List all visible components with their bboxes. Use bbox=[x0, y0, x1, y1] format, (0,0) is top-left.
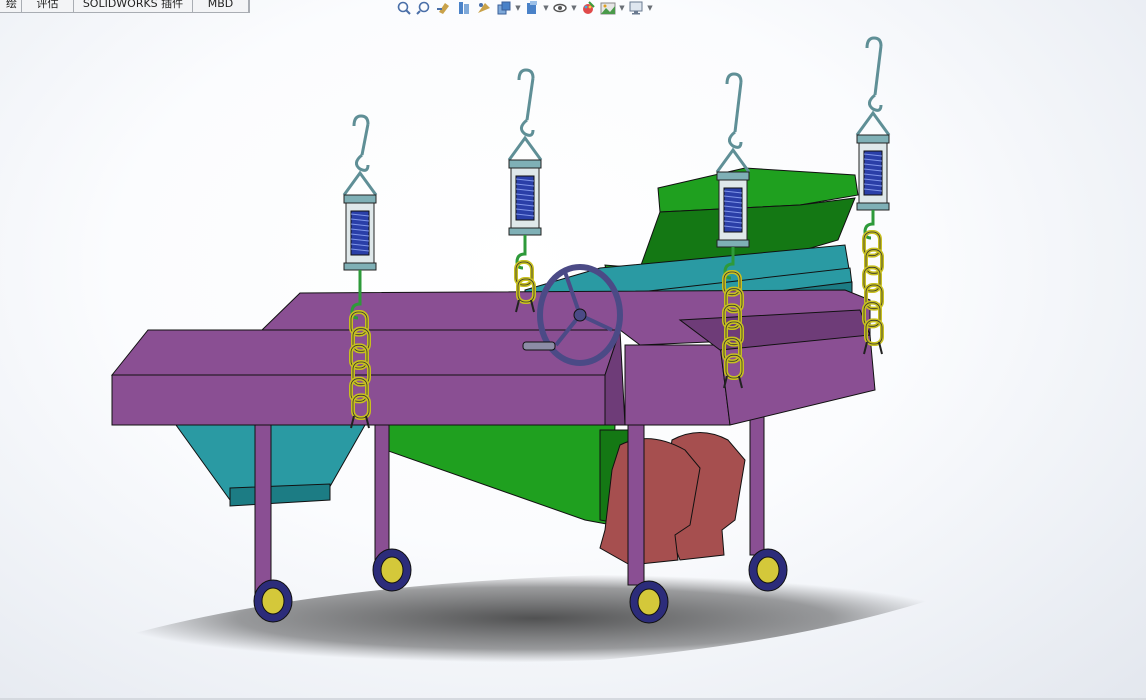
caster-front-left bbox=[253, 579, 293, 623]
chevron-down-icon[interactable]: ▼ bbox=[570, 4, 578, 12]
vibration-motors[interactable] bbox=[599, 432, 746, 566]
display-style-button[interactable] bbox=[522, 0, 542, 16]
model-viewport[interactable] bbox=[0, 0, 1146, 700]
section-view-icon bbox=[459, 2, 469, 14]
command-manager-tabs: 绘评估 SOLIDWORKS 插件 MBD bbox=[0, 0, 250, 13]
chevron-down-icon[interactable]: ▼ bbox=[542, 4, 550, 12]
display-style-icon bbox=[527, 1, 537, 14]
green-trough[interactable] bbox=[379, 424, 631, 526]
apply-scene-icon bbox=[600, 2, 616, 15]
zoom-to-area-button[interactable] bbox=[414, 0, 434, 16]
machine-frame[interactable] bbox=[110, 289, 876, 426]
tab-1[interactable]: 评估 bbox=[22, 0, 74, 12]
hanger-2[interactable] bbox=[507, 68, 543, 313]
caster-rear-left bbox=[372, 548, 412, 592]
tab-3[interactable]: MBD bbox=[193, 0, 249, 12]
zoom-to-fit-button[interactable] bbox=[394, 0, 414, 16]
dynamic-annotation-views-icon bbox=[478, 3, 490, 13]
edit-appearance-icon bbox=[583, 1, 595, 14]
view-orientation-icon bbox=[497, 1, 511, 15]
tab-2[interactable]: SOLIDWORKS 插件 bbox=[74, 0, 193, 12]
chevron-down-icon[interactable]: ▼ bbox=[646, 4, 654, 12]
view-settings-icon bbox=[629, 1, 643, 15]
edit-appearance-button[interactable] bbox=[578, 0, 598, 16]
section-view-button[interactable] bbox=[454, 0, 474, 16]
previous-view-button[interactable] bbox=[434, 0, 454, 16]
floor-shadow bbox=[110, 574, 960, 663]
previous-view-icon bbox=[437, 3, 449, 14]
caster-front-right bbox=[629, 580, 669, 624]
hide-show-items-button[interactable] bbox=[550, 0, 570, 16]
caster-rear-right bbox=[748, 548, 788, 592]
zoom-to-fit-icon bbox=[397, 1, 411, 15]
apply-scene-button[interactable] bbox=[598, 0, 618, 16]
chevron-down-icon[interactable]: ▼ bbox=[618, 4, 626, 12]
zoom-to-area-icon bbox=[416, 1, 430, 15]
view-orientation-button[interactable] bbox=[494, 0, 514, 16]
hide-show-items-icon bbox=[553, 3, 567, 13]
chevron-down-icon[interactable]: ▼ bbox=[514, 4, 522, 12]
heads-up-view-toolbar: ▼ ▼ ▼ ▼ ▼ bbox=[394, 0, 654, 16]
dynamic-annotation-views-button[interactable] bbox=[474, 0, 494, 16]
view-settings-button[interactable] bbox=[626, 0, 646, 16]
tab-0[interactable]: 绘 bbox=[0, 0, 22, 12]
